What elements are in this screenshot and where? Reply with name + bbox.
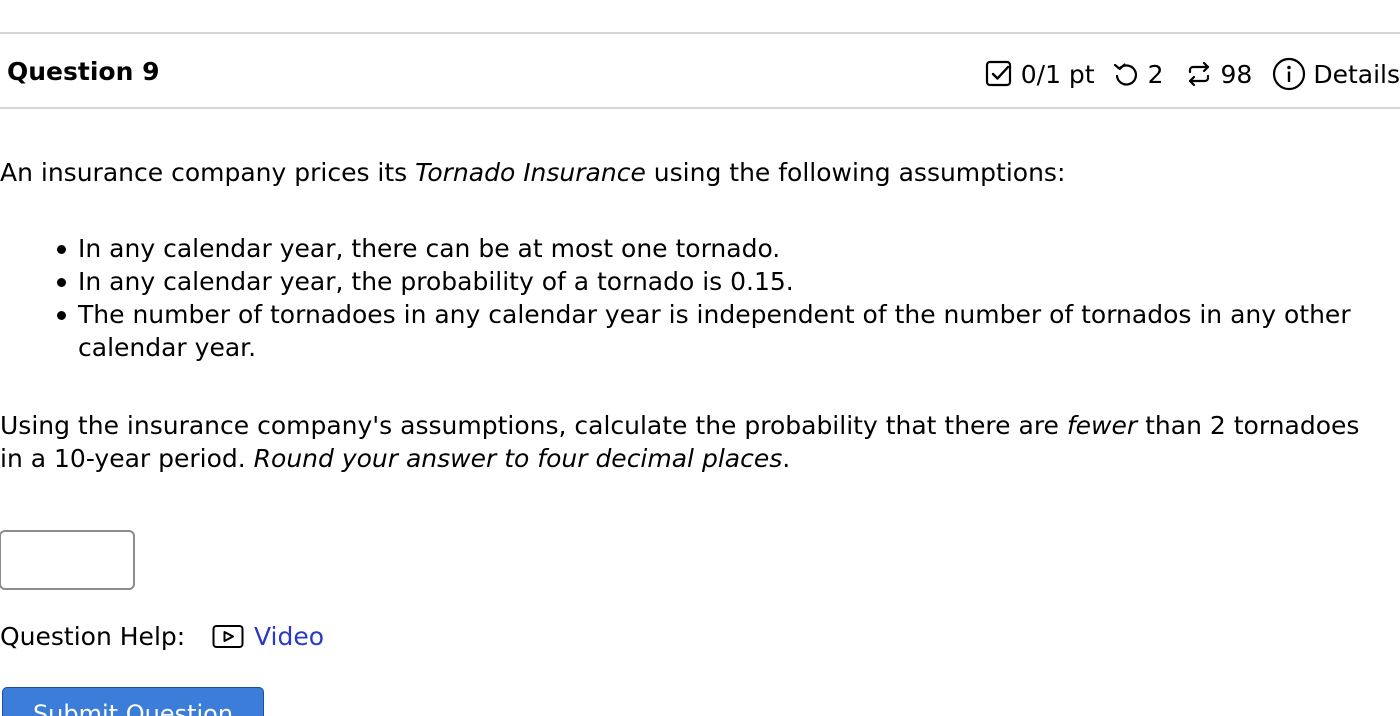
question-intro: An insurance company prices its Tornado …	[0, 156, 1065, 189]
bullet-icon	[57, 245, 66, 254]
attempts-text: 2	[1147, 59, 1164, 89]
intro-text-start: An insurance company prices its	[0, 158, 416, 187]
submit-question-button[interactable]: Submit Question	[2, 687, 264, 716]
prompt-text-start: Using the insurance company's assumption…	[0, 411, 1067, 440]
video-link-label[interactable]: Video	[254, 620, 324, 653]
score-indicator: 0/1 pt	[984, 59, 1095, 89]
question-page: Question 9 0/1 pt 2 98 Details An insura…	[0, 0, 1400, 716]
retry-icon	[1111, 59, 1141, 89]
video-icon	[212, 624, 254, 650]
video-help-link[interactable]: Video	[212, 620, 324, 653]
list-item-text: The number of tornadoes in any calendar …	[78, 300, 1351, 329]
list-item: The number of tornadoes in any calendar …	[52, 298, 1351, 364]
repeat-icon	[1184, 59, 1214, 89]
tries-indicator: 98	[1184, 59, 1253, 89]
question-prompt-line-2: in a 10-year period. Round your answer t…	[0, 442, 790, 475]
product-name: Tornado Insurance	[415, 158, 646, 187]
top-divider	[0, 32, 1400, 34]
list-item: In any calendar year, there can be at mo…	[52, 232, 1351, 265]
header-divider	[0, 107, 1400, 109]
checkbox-icon	[984, 59, 1014, 89]
details-label[interactable]: Details	[1313, 60, 1400, 89]
answer-input[interactable]	[0, 530, 135, 590]
details-toggle[interactable]: Details	[1272, 57, 1400, 91]
list-item-text: In any calendar year, there can be at mo…	[78, 234, 781, 263]
score-text: 0/1 pt	[1020, 59, 1095, 89]
list-item: In any calendar year, the probability of…	[52, 265, 1351, 298]
prompt-emphasis: fewer	[1066, 411, 1138, 440]
question-prompt-line-1: Using the insurance company's assumption…	[0, 409, 1359, 442]
attempts-indicator: 2	[1111, 59, 1164, 89]
question-help-label: Question Help:	[0, 622, 186, 651]
tries-text: 98	[1220, 59, 1253, 89]
assumptions-list: In any calendar year, there can be at mo…	[52, 232, 1351, 364]
prompt-text-start: in a 10-year period.	[0, 444, 254, 473]
bullet-icon	[57, 311, 66, 320]
bullet-icon	[57, 278, 66, 287]
prompt-text-end: .	[782, 444, 791, 473]
list-item-text: calendar year.	[78, 333, 257, 362]
prompt-text-end: than 2 tornadoes	[1137, 411, 1360, 440]
info-icon	[1272, 57, 1306, 91]
question-title: Question 9	[7, 57, 160, 86]
question-meta: 0/1 pt 2 98 Details	[984, 57, 1400, 91]
intro-text-end: using the following assumptions:	[645, 158, 1066, 187]
list-item-text: In any calendar year, the probability of…	[78, 267, 794, 296]
rounding-instruction: Round your answer to four decimal places	[253, 444, 783, 473]
